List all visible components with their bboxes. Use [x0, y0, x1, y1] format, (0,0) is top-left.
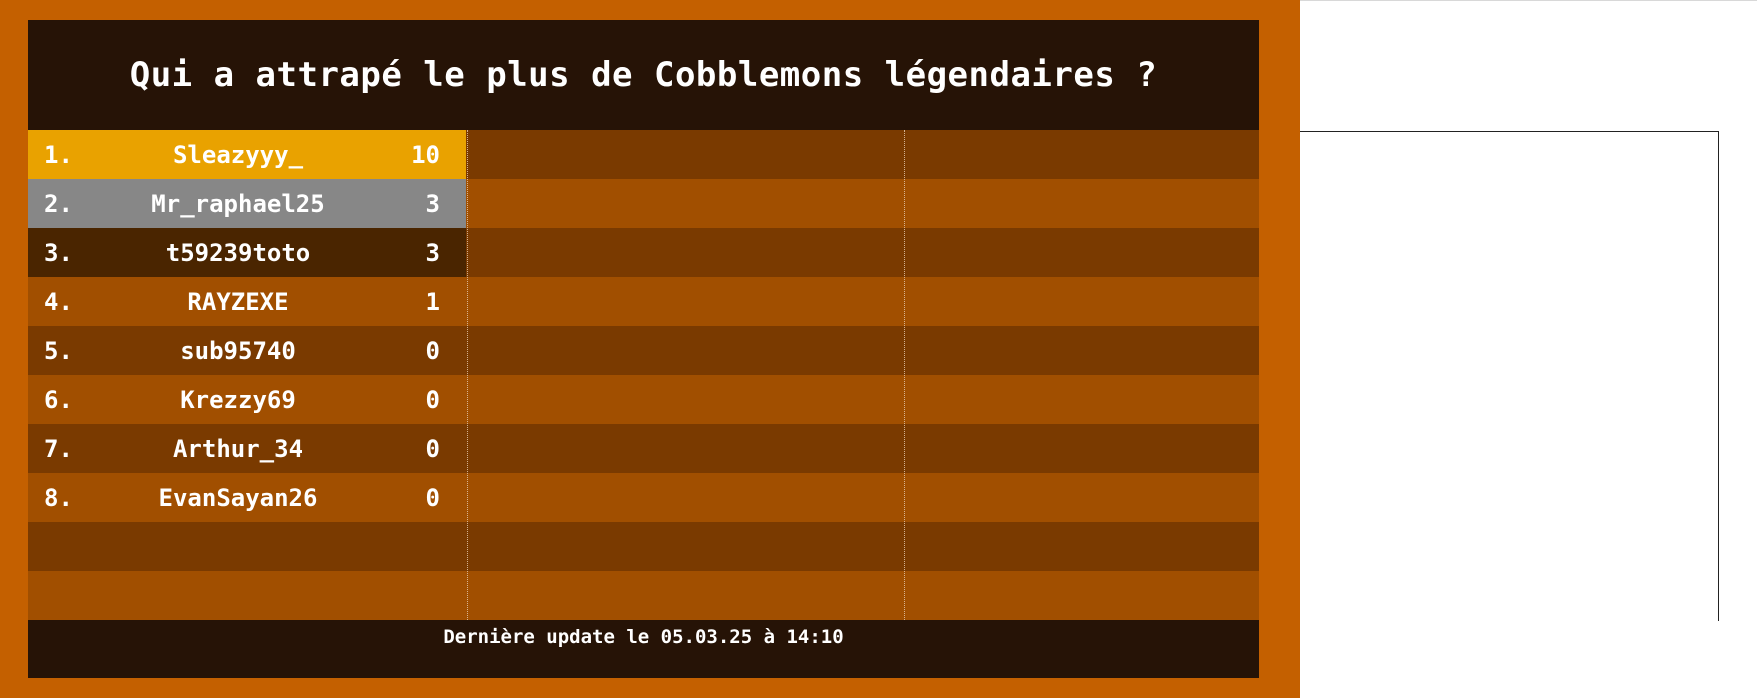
- leaderboard-row: 5. sub95740 0: [28, 326, 1259, 375]
- leaderboard-frame: Qui a attrapé le plus de Cobblemons lége…: [0, 0, 1300, 698]
- row-rank: 1.: [44, 140, 73, 169]
- row-score: 3: [425, 189, 440, 218]
- row-rank: 7.: [44, 434, 73, 463]
- row-entry-cell: 4. RAYZEXE 1: [28, 277, 466, 326]
- row-entry-cell: 6. Krezzy69 0: [28, 375, 466, 424]
- row-player-name: RAYZEXE: [187, 287, 289, 316]
- column-divider: [467, 130, 468, 620]
- row-rank: 3.: [44, 238, 73, 267]
- leaderboard-row: 2. Mr_raphael25 3: [28, 179, 1259, 228]
- row-score: 0: [425, 385, 440, 414]
- row-score: 0: [425, 434, 440, 463]
- leaderboard-row: 7. Arthur_34 0: [28, 424, 1259, 473]
- row-player-name: sub95740: [180, 336, 296, 365]
- row-rank: 8.: [44, 483, 73, 512]
- leaderboard-rows: 1. Sleazyyy_ 10 2. Mr_raphael25 3 3. t59…: [28, 130, 1259, 620]
- row-score: 0: [425, 336, 440, 365]
- row-score: 1: [425, 287, 440, 316]
- row-entry-cell: 5. sub95740 0: [28, 326, 466, 375]
- row-player-name: Arthur_34: [172, 434, 304, 463]
- row-rank: 2.: [44, 189, 73, 218]
- row-entry-cell: 2. Mr_raphael25 3: [28, 179, 466, 228]
- row-entry-cell: 7. Arthur_34 0: [28, 424, 466, 473]
- row-score: 0: [425, 483, 440, 512]
- leaderboard-row-empty: [28, 522, 1259, 571]
- leaderboard-title: Qui a attrapé le plus de Cobblemons lége…: [129, 55, 1158, 95]
- top-divider-line: [1300, 0, 1757, 1]
- leaderboard-row: 6. Krezzy69 0: [28, 375, 1259, 424]
- row-player-name: t59239toto: [165, 238, 311, 267]
- leaderboard-row: 8. EvanSayan26 0: [28, 473, 1259, 522]
- screen: Qui a attrapé le plus de Cobblemons lége…: [0, 0, 1757, 698]
- row-entry-cell: 1. Sleazyyy_ 10: [28, 130, 466, 179]
- row-rank: 6.: [44, 385, 73, 414]
- leaderboard-row: 3. t59239toto 3: [28, 228, 1259, 277]
- row-rank: 5.: [44, 336, 73, 365]
- row-entry-cell: 3. t59239toto 3: [28, 228, 466, 277]
- leaderboard-header: Qui a attrapé le plus de Cobblemons lége…: [28, 20, 1259, 130]
- leaderboard-row: 4. RAYZEXE 1: [28, 277, 1259, 326]
- row-rank: 4.: [44, 287, 73, 316]
- side-panel: [1300, 131, 1719, 621]
- leaderboard-row-empty: [28, 571, 1259, 620]
- row-player-name: EvanSayan26: [158, 483, 318, 512]
- row-player-name: Krezzy69: [180, 385, 296, 414]
- row-player-name: Mr_raphael25: [151, 189, 325, 218]
- row-score: 3: [425, 238, 440, 267]
- column-divider: [904, 130, 905, 620]
- row-entry-cell: 8. EvanSayan26 0: [28, 473, 466, 522]
- row-score: 10: [411, 140, 440, 169]
- row-player-name: Sleazyyy_: [172, 140, 304, 169]
- last-update-text: Dernière update le 05.03.25 à 14:10: [443, 626, 844, 648]
- leaderboard-footer: Dernière update le 05.03.25 à 14:10: [28, 620, 1259, 678]
- leaderboard-row: 1. Sleazyyy_ 10: [28, 130, 1259, 179]
